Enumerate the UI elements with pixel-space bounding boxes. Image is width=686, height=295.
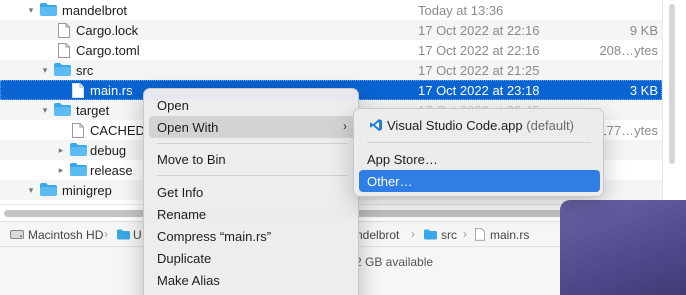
menu-item-move-to-bin[interactable]: Move to Bin bbox=[149, 148, 355, 170]
path-separator: › bbox=[463, 227, 467, 241]
path-segment-src[interactable]: src bbox=[441, 228, 457, 242]
disclosure-collapsed-icon[interactable]: ▸ bbox=[56, 163, 66, 177]
row-name: target bbox=[76, 103, 110, 118]
row-size: 177…ytes bbox=[599, 123, 658, 138]
menu-item-compress[interactable]: Compress “main.rs” bbox=[149, 225, 355, 247]
menu-item-open-with[interactable]: Open With › bbox=[149, 116, 355, 138]
row-name: Cargo.lock bbox=[76, 23, 139, 38]
list-row-cargo-toml[interactable]: Cargo.toml 17 Oct 2022 at 22:16 208…ytes bbox=[0, 40, 662, 60]
menu-item-rename[interactable]: Rename bbox=[149, 203, 355, 225]
submenu-arrow-icon: › bbox=[343, 119, 347, 133]
menu-item-get-info[interactable]: Get Info bbox=[149, 181, 355, 203]
row-date: Today at 13:36 bbox=[418, 3, 504, 18]
path-segment-drive[interactable]: Macintosh HD bbox=[28, 228, 103, 242]
folder-icon bbox=[54, 103, 71, 116]
submenu-item-app-store[interactable]: App Store… bbox=[359, 148, 600, 170]
menu-item-label: Rename bbox=[157, 207, 207, 222]
path-segment-mandelbrot[interactable]: ndelbrot bbox=[356, 228, 399, 242]
row-date: 17 Oct 2022 at 22:16 bbox=[418, 43, 540, 58]
list-row-cargo-lock[interactable]: Cargo.lock 17 Oct 2022 at 22:16 9 KB bbox=[0, 20, 662, 40]
row-size: 3 KB bbox=[629, 83, 658, 98]
folder-icon bbox=[424, 229, 437, 240]
row-size: 208…ytes bbox=[599, 43, 658, 58]
row-size: 9 KB bbox=[629, 23, 658, 38]
file-icon bbox=[475, 228, 485, 241]
menu-item-label: Open bbox=[157, 98, 189, 113]
submenu-item-label: Visual Studio Code.app (default) bbox=[387, 118, 574, 133]
menu-item-open[interactable]: Open bbox=[149, 94, 355, 116]
row-name: mandelbrot bbox=[62, 3, 128, 18]
path-separator: › bbox=[104, 227, 108, 241]
default-tag: (default) bbox=[526, 118, 574, 133]
menu-separator bbox=[157, 175, 347, 176]
row-name: minigrep bbox=[62, 183, 112, 198]
disclosure-expanded-icon[interactable]: ▾ bbox=[26, 183, 36, 197]
menu-item-label: Make Alias bbox=[157, 273, 220, 288]
submenu-item-label: Other… bbox=[367, 174, 413, 189]
row-date: 17 Oct 2022 at 22:16 bbox=[418, 23, 540, 38]
row-name: release bbox=[90, 163, 133, 178]
folder-icon bbox=[54, 63, 71, 76]
menu-item-make-alias[interactable]: Make Alias bbox=[149, 269, 355, 291]
disk-space-status: 2 GB available bbox=[355, 255, 434, 269]
file-icon bbox=[58, 23, 70, 38]
path-separator: › bbox=[411, 227, 415, 241]
row-name: Cargo.toml bbox=[76, 43, 140, 58]
submenu-item-other[interactable]: Other… bbox=[359, 170, 600, 192]
menu-item-duplicate[interactable]: Duplicate bbox=[149, 247, 355, 269]
file-icon bbox=[72, 123, 84, 138]
folder-icon bbox=[70, 143, 87, 156]
disclosure-expanded-icon[interactable]: ▾ bbox=[40, 63, 50, 77]
menu-item-label: Compress “main.rs” bbox=[157, 229, 272, 244]
menu-item-label: Duplicate bbox=[157, 251, 212, 266]
hard-drive-icon bbox=[10, 230, 24, 239]
folder-icon bbox=[70, 163, 87, 176]
menu-separator bbox=[157, 143, 347, 144]
row-date: 17 Oct 2022 at 23:18 bbox=[418, 83, 540, 98]
folder-icon bbox=[40, 3, 57, 16]
desktop-wallpaper bbox=[560, 200, 686, 295]
vertical-scroll-thumb[interactable] bbox=[669, 4, 675, 164]
disclosure-expanded-icon[interactable]: ▾ bbox=[40, 103, 50, 117]
row-name: src bbox=[76, 63, 94, 78]
submenu-item-vscode[interactable]: Visual Studio Code.app (default) bbox=[359, 114, 600, 136]
disclosure-collapsed-icon[interactable]: ▸ bbox=[56, 143, 66, 157]
row-name: CACHED bbox=[90, 123, 145, 138]
path-segment-file[interactable]: main.rs bbox=[490, 228, 529, 242]
vscode-icon bbox=[370, 119, 382, 131]
file-icon bbox=[58, 43, 70, 58]
submenu-item-label: App Store… bbox=[367, 152, 438, 167]
menu-item-label: Get Info bbox=[157, 185, 204, 200]
file-icon bbox=[72, 83, 84, 98]
context-menu: Open Open With › Move to Bin Get Info Re… bbox=[143, 88, 359, 295]
open-with-submenu: Visual Studio Code.app (default) App Sto… bbox=[353, 108, 604, 197]
row-name: main.rs bbox=[90, 83, 133, 98]
list-row-src[interactable]: ▾ src 17 Oct 2022 at 21:25 bbox=[0, 60, 662, 80]
list-row-mandelbrot[interactable]: ▾ mandelbrot Today at 13:36 bbox=[0, 0, 662, 20]
menu-item-label: Move to Bin bbox=[157, 152, 226, 167]
folder-icon bbox=[117, 229, 130, 240]
path-segment-users[interactable]: U bbox=[133, 228, 142, 242]
row-date: 17 Oct 2022 at 21:25 bbox=[418, 63, 540, 78]
disclosure-expanded-icon[interactable]: ▾ bbox=[26, 3, 36, 17]
menu-item-label: Open With bbox=[157, 120, 219, 135]
app-name: Visual Studio Code.app bbox=[387, 118, 523, 133]
folder-icon bbox=[40, 183, 57, 196]
menu-separator bbox=[367, 142, 591, 143]
row-name: debug bbox=[90, 143, 127, 158]
